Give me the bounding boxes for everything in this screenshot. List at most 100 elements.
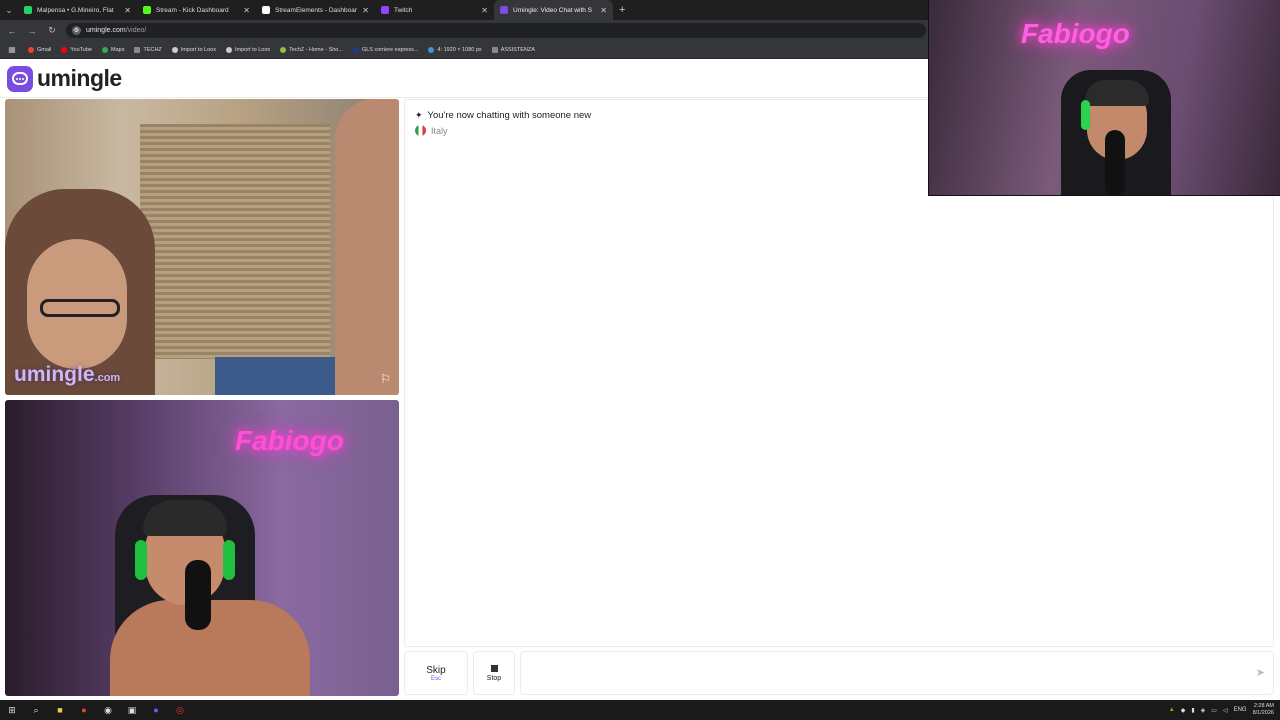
tab-twitch[interactable]: Twitch ✕ [375,0,494,20]
stranger-video: umingle.com ⚐ [5,99,399,395]
volume-icon[interactable]: ◁ [1223,707,1228,714]
new-tab-icon[interactable]: + [613,4,631,16]
gmail-icon [28,46,34,53]
self-video: Fabiogo [5,400,399,696]
bookmark-resolution[interactable]: 4: 1920 × 1080 px [428,46,482,53]
stranger-person-right [335,99,399,395]
url-host: umingle.com [86,27,126,34]
bookmark-maps[interactable]: Maps [102,46,125,53]
bookmark-label: Maps [111,46,125,53]
close-tab-icon[interactable]: ✕ [481,6,488,15]
clock-date: 8/1/2026 [1252,710,1274,716]
tab-title: Stream - Kick Dashboard [156,6,229,14]
microphone [1105,130,1125,195]
skip-button[interactable]: Skip Esc [404,651,468,695]
tab-title: Malpensa • G.Mineiro, Flat [37,6,114,14]
obs-icon[interactable]: ◉ [102,704,114,716]
bookmark-label: Import to Loox [234,46,271,53]
tab-streamelements[interactable]: StreamElements - Dashboard ✕ [256,0,375,20]
chat-controls: Skip Esc Stop ➤ [404,651,1274,695]
globe-icon [171,46,178,53]
umingle-logo-icon[interactable] [7,65,33,92]
stranger-country: Italy [415,125,448,136]
background-window [215,357,335,395]
youtube-icon [61,46,68,53]
tray-app-icon[interactable]: ◆ [1181,707,1186,714]
terminal-icon[interactable]: ▣ [126,704,138,716]
system-tray: ▲ ◆ ▮ ◈ ▭ ◁ ENG 2:28 AM 8/1/2026 [1169,700,1274,720]
bookmark-label: TechZ - Home - Sho... [289,46,343,53]
bookmark-label: 4: 1920 × 1080 px [437,46,482,53]
bookmark-label: YouTube [70,46,92,53]
reload-icon[interactable]: ↻ [46,25,58,36]
stop-button[interactable]: Stop [473,651,515,695]
shield-icon[interactable]: ◈ [1201,707,1206,714]
skip-label: Skip [426,664,446,676]
address-bar[interactable]: ⚙ umingle.com/video/ [66,23,926,38]
italy-flag-icon [415,125,426,136]
bookmark-techz[interactable]: TECHZ [134,46,162,53]
record-app-icon[interactable]: ◎ [174,704,186,716]
streamer-hair [1085,80,1149,106]
country-name: Italy [431,125,448,136]
forward-icon[interactable]: → [26,26,38,36]
discord-icon[interactable]: ● [150,704,162,716]
gls-icon [352,46,359,53]
clock[interactable]: 2:28 AM 8/1/2026 [1253,703,1274,717]
tab-umingle[interactable]: Umingle: Video Chat with S ✕ [494,0,613,20]
tab-search-icon[interactable]: ⌄ [0,0,18,20]
user-hair [143,500,227,536]
umingle-favicon-icon [500,6,508,14]
folder-icon [491,46,498,53]
report-flag-icon[interactable]: ⚐ [380,372,391,386]
close-tab-icon[interactable]: ✕ [600,6,607,15]
file-explorer-icon[interactable]: ■ [54,704,66,716]
bookmark-import-loox-1[interactable]: Import to Loox [171,46,216,53]
bookmark-gmail[interactable]: Gmail [28,46,52,53]
stop-label: Stop [486,674,502,682]
close-tab-icon[interactable]: ✕ [243,6,250,15]
bookmark-youtube[interactable]: YouTube [61,46,92,53]
tray-app-icon[interactable]: ▮ [1191,707,1194,714]
kick-favicon-icon [143,6,151,14]
bookmark-label: Gmail [37,46,52,53]
bookmark-gls[interactable]: GLS corriere espress... [352,46,418,53]
site-logo-text[interactable]: umingle [37,65,122,92]
message-input[interactable]: ➤ [520,651,1274,695]
windows-start-icon[interactable]: ⊞ [6,704,18,716]
streamer-webcam-overlay: Fabiogo [928,0,1280,196]
tab-malpensa[interactable]: Malpensa • G.Mineiro, Flat ✕ [18,0,137,20]
send-icon[interactable]: ➤ [1256,666,1265,679]
url-path: /video/ [125,27,147,34]
tab-kick-dashboard[interactable]: Stream - Kick Dashboard ✕ [137,0,256,20]
back-icon[interactable]: ← [6,26,18,36]
streamelements-favicon-icon [262,6,270,14]
umingle-watermark: umingle.com [14,363,120,387]
neon-sign: Fabiogo [1021,18,1130,49]
close-tab-icon[interactable]: ✕ [124,6,131,15]
apps-grid-icon[interactable]: ▦ [6,45,18,54]
site-header: umingle [0,60,928,98]
nvidia-icon[interactable]: ▲ [1169,707,1175,713]
language-indicator[interactable]: ENG [1234,707,1247,713]
microphone [185,560,211,630]
headphone-left [135,540,147,580]
chrome-icon[interactable]: ● [78,704,90,716]
site-info-icon[interactable]: ⚙ [72,26,81,35]
tab-title: Umingle: Video Chat with S [513,6,593,14]
status-message-text: You're now chatting with someone new [427,110,592,121]
search-icon[interactable]: ⌕ [30,704,42,716]
party-icon: ✦ [415,110,423,120]
bookmark-assistenza[interactable]: ASSISTENZA [491,46,535,53]
twitch-favicon-icon [381,6,389,14]
glasses-shape [40,299,120,317]
bookmark-techz-shop[interactable]: TechZ - Home - Sho... [280,46,343,53]
network-icon[interactable]: ▭ [1211,707,1217,714]
tab-title: StreamElements - Dashboard [275,6,358,14]
globe-icon [225,46,232,53]
close-tab-icon[interactable]: ✕ [362,6,369,15]
bookmark-import-loox-2[interactable]: Import to Loox [225,46,271,53]
headphone [1081,100,1090,130]
watermark-suffix: .com [94,372,121,384]
tab-title: Twitch [394,6,413,14]
